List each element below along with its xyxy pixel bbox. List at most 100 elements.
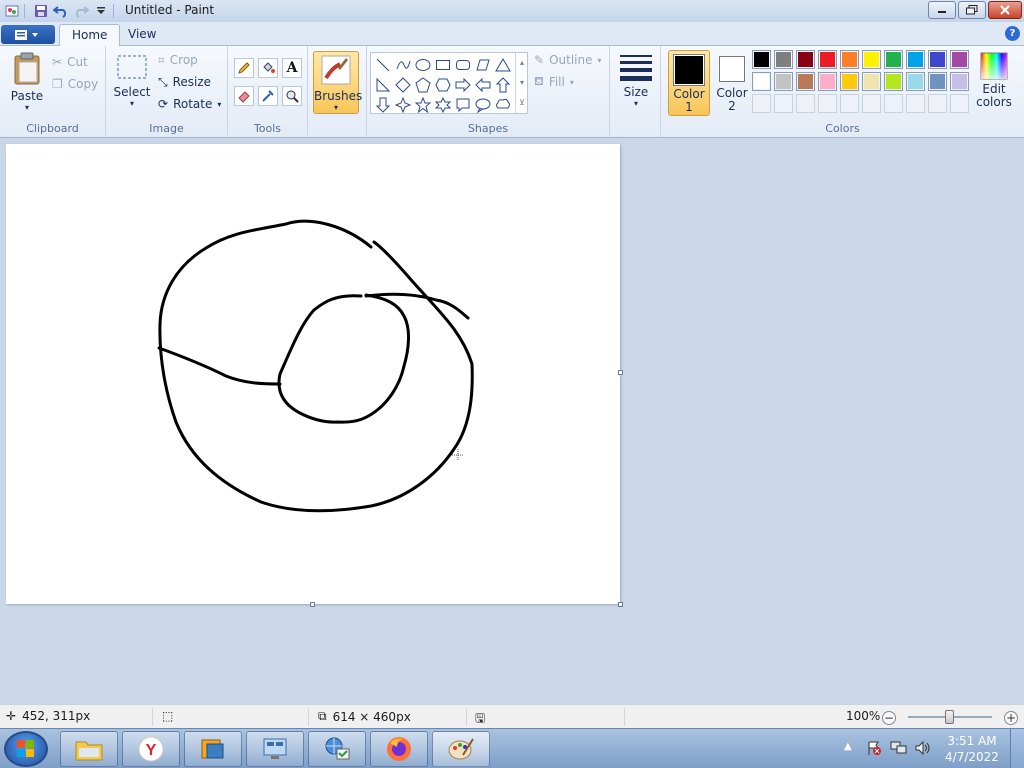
volume-icon[interactable] — [914, 740, 932, 759]
folder-icon — [75, 741, 103, 761]
chevron-down-icon: ▾ — [24, 103, 29, 112]
minimize-button[interactable] — [928, 1, 956, 19]
resize-handle-corner[interactable] — [618, 602, 623, 607]
copy-icon: ❐ — [52, 77, 63, 91]
action-center-flag-icon[interactable] — [866, 740, 882, 759]
curve-shape[interactable] — [393, 55, 413, 75]
resize-button[interactable]: ⤡ Resize — [158, 72, 211, 92]
taskbar-network[interactable] — [308, 731, 366, 767]
selection-icon: ⬚ — [162, 709, 174, 723]
copy-button[interactable]: ❐ Copy — [52, 74, 98, 94]
oval-callout-shape[interactable] — [473, 95, 493, 115]
brushes-button[interactable]: Brushes ▾ — [313, 51, 362, 114]
expand-gallery-icon[interactable]: ⊻ — [516, 93, 528, 113]
chevron-down-icon: ▾ — [597, 55, 602, 65]
right-triangle-shape[interactable] — [373, 75, 393, 95]
crop-label: Crop — [169, 53, 198, 67]
down-arrow-shape[interactable] — [373, 95, 393, 115]
show-hidden-icons-icon[interactable]: ▲ — [844, 741, 852, 752]
tab-home[interactable]: Home — [59, 24, 121, 46]
resize-handle-bottom[interactable] — [310, 602, 315, 607]
taskbar-yandex[interactable]: Y — [122, 731, 180, 767]
left-arrow-shape[interactable] — [473, 75, 493, 95]
outline-button[interactable]: ✎ Outline ▾ — [534, 50, 602, 70]
canvas-workspace[interactable] — [0, 139, 1024, 704]
ribbon-tabs: Home View ? — [0, 22, 1024, 46]
windows-logo-icon — [17, 740, 34, 757]
rotate-button[interactable]: ⟳ Rotate ▾ — [158, 94, 221, 114]
cloud-callout-shape[interactable] — [493, 95, 513, 115]
zoom-in-button[interactable]: + — [1004, 711, 1018, 725]
show-desktop-button[interactable] — [1010, 729, 1024, 768]
up-arrow-shape[interactable] — [493, 75, 513, 95]
diamond-shape[interactable] — [393, 75, 413, 95]
text-tool[interactable]: A — [282, 58, 302, 78]
color-picker-tool[interactable] — [258, 86, 278, 106]
taskbar-explorer[interactable] — [60, 731, 118, 767]
canvas-size-icon: ⧉ — [318, 709, 327, 723]
rotate-label: Rotate — [173, 97, 213, 111]
size-button[interactable]: Size ▾ — [616, 52, 656, 108]
crop-button[interactable]: ⌗ Crop — [158, 50, 198, 70]
start-button[interactable] — [4, 731, 48, 767]
select-button[interactable]: Select ▾ — [112, 54, 152, 108]
customize-quick-access-icon[interactable] — [93, 3, 109, 19]
fill-button[interactable]: ⛾ Fill ▾ — [534, 72, 574, 92]
rectangle-shape[interactable] — [433, 55, 453, 75]
fill-tool[interactable] — [258, 58, 278, 78]
magnifier-tool[interactable] — [282, 86, 302, 106]
system-clock[interactable]: 3:51 AM 4/7/2022 — [940, 733, 1004, 765]
five-point-star-shape[interactable] — [413, 95, 433, 115]
monitor-settings-icon — [263, 738, 287, 759]
six-point-star-shape[interactable] — [433, 95, 453, 115]
cut-button[interactable]: ✂ Cut — [52, 52, 88, 72]
paint-app-icon[interactable] — [4, 3, 20, 19]
scroll-down-icon[interactable]: ▾ — [516, 73, 528, 93]
line-shape[interactable] — [373, 55, 393, 75]
save-icon[interactable] — [33, 3, 49, 19]
taskbar-paint[interactable] — [432, 731, 490, 767]
pentagon-shape[interactable] — [413, 75, 433, 95]
pencil-tool[interactable] — [234, 58, 254, 78]
help-icon[interactable]: ? — [1005, 26, 1020, 41]
eraser-tool[interactable] — [234, 86, 254, 106]
window-title: Untitled - Paint — [125, 3, 215, 17]
rounded-callout-shape[interactable] — [453, 95, 473, 115]
resize-label: Resize — [172, 75, 212, 89]
right-arrow-shape[interactable] — [453, 75, 473, 95]
tab-view[interactable]: View — [116, 24, 168, 46]
paint-menu-button[interactable] — [1, 25, 55, 44]
chevron-down-icon: ▾ — [333, 103, 338, 112]
paste-button[interactable]: Paste ▾ — [6, 52, 48, 112]
tools-group-label: Tools — [253, 122, 282, 135]
file-size: 🖫 — [475, 709, 485, 730]
zoom-out-button[interactable]: − — [882, 711, 896, 725]
resize-handle-right[interactable] — [618, 370, 623, 375]
oval-shape[interactable] — [413, 55, 433, 75]
divider — [308, 708, 309, 726]
network-status-icon[interactable] — [890, 740, 908, 759]
selection-rectangle-icon — [117, 55, 147, 79]
hexagon-shape[interactable] — [433, 75, 453, 95]
select-label: Select — [113, 85, 151, 99]
taskbar-control-panel[interactable] — [246, 731, 304, 767]
zoom-slider-thumb[interactable] — [945, 710, 954, 724]
rounded-rectangle-shape[interactable] — [453, 55, 473, 75]
shapes-scroll[interactable]: ▴ ▾ ⊻ — [515, 53, 528, 113]
tools-group: A Tools — [228, 46, 308, 138]
undo-icon[interactable] — [53, 3, 69, 19]
polygon-shape[interactable] — [473, 55, 493, 75]
canvas-size: ⧉ 614 × 460px — [318, 709, 411, 724]
restore-button[interactable] — [958, 1, 986, 19]
triangle-shape[interactable] — [493, 55, 513, 75]
four-point-star-shape[interactable] — [393, 95, 413, 115]
chevron-down-icon: ▾ — [129, 99, 134, 108]
taskbar-firefox[interactable] — [370, 731, 428, 767]
scissors-icon: ✂ — [52, 55, 63, 69]
redo-icon[interactable] — [73, 3, 89, 19]
drawing-canvas[interactable] — [6, 144, 620, 604]
title-bar: Untitled - Paint — [0, 0, 1024, 22]
taskbar-vmware[interactable] — [184, 731, 242, 767]
scroll-up-icon[interactable]: ▴ — [516, 53, 528, 73]
close-button[interactable] — [988, 1, 1022, 19]
